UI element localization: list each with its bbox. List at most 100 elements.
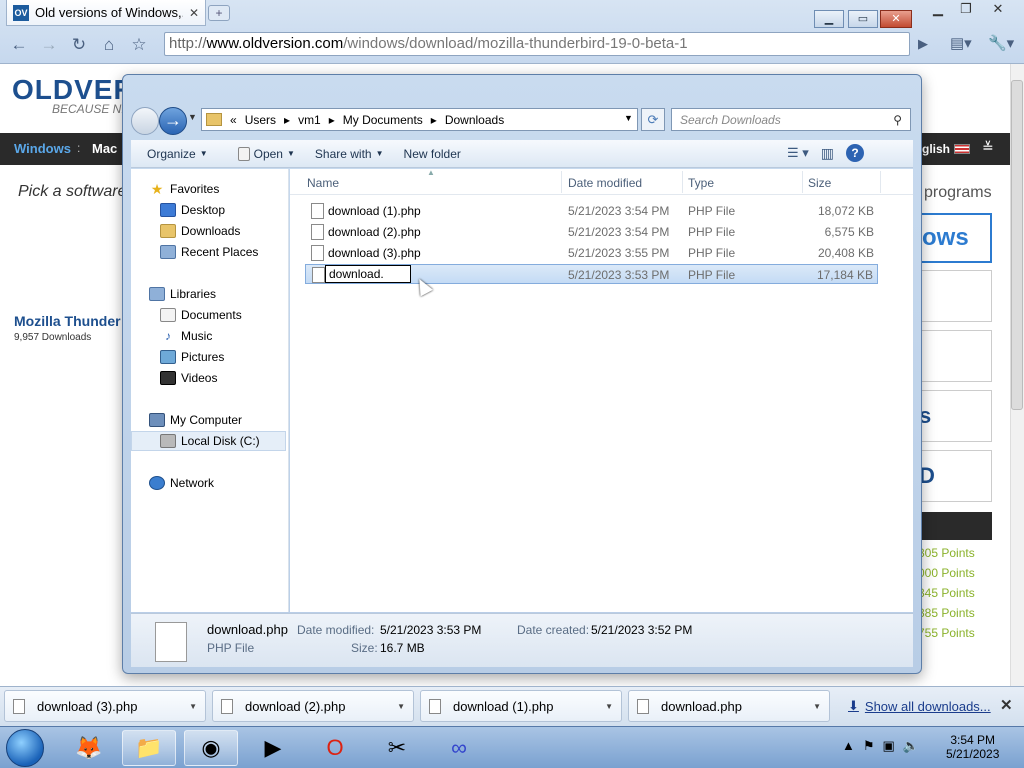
go-arrow-icon[interactable]: ▶ [918,36,928,52]
file-row[interactable]: download (1).php 5/21/2023 3:54 PM PHP F… [305,201,878,221]
opera-icon[interactable]: O [308,730,362,766]
address-dropdown-icon[interactable]: ▼ [624,113,633,123]
caret-down-icon[interactable]: ▼ [189,702,197,711]
search-icon[interactable]: ⚲ [893,113,902,127]
dialog-minimize-button[interactable]: ▁ [814,10,844,28]
infinity-app-icon[interactable]: ∞ [432,730,486,766]
wrench-menu-icon[interactable]: 🔧▾ [988,34,1014,52]
show-hidden-icons-icon[interactable]: ▲ [842,738,855,754]
action-center-icon[interactable]: ⚑ [863,738,875,754]
browser-close-button[interactable]: ✕ [984,0,1012,18]
help-icon[interactable]: ? [846,144,865,162]
caret-down-icon[interactable]: ▼ [397,702,405,711]
nav-item-my-computer[interactable]: My Computer [149,413,242,427]
breadcrumb-vm1[interactable]: vm1 [298,113,321,127]
explorer-icon[interactable]: 📁 [122,730,176,766]
caret-down-icon[interactable]: ▼ [605,702,613,711]
rename-input[interactable]: download. [325,265,411,283]
browser-restore-button[interactable]: ❐ [952,0,980,18]
firefox-icon[interactable]: 🦊 [62,730,116,766]
sidebar-box[interactable]: D [918,450,992,502]
organize-button[interactable]: Organize ▼ [137,147,218,161]
column-header-name[interactable]: Name [307,176,339,190]
nav-item-local-disk[interactable]: Local Disk (C:) [160,434,260,448]
home-icon[interactable]: ⌂ [96,32,122,58]
nav-item-downloads[interactable]: Downloads [160,224,240,238]
chrome-icon[interactable]: ◉ [184,730,238,766]
nav-item-libraries[interactable]: Libraries [149,287,216,301]
nav-item-recent-places[interactable]: Recent Places [160,245,258,259]
file-row[interactable]: download (3).php 5/21/2023 3:55 PM PHP F… [305,243,878,263]
column-divider[interactable] [561,171,562,193]
column-header-date-modified[interactable]: Date modified [568,176,642,190]
system-clock[interactable]: 3:54 PM 5/21/2023 [946,733,999,761]
show-all-downloads-link[interactable]: ⬇ Show all downloads... [848,698,991,714]
share-with-button[interactable]: Share with ▼ [305,147,394,161]
file-row[interactable]: download (2).php 5/21/2023 3:54 PM PHP F… [305,222,878,242]
browser-minimize-button[interactable]: ▁ [924,0,952,18]
download-item[interactable]: download (3).php ▼ [4,690,206,722]
nav-item-pictures[interactable]: Pictures [160,350,224,364]
column-header-size[interactable]: Size [808,176,831,190]
nav-item-favorites[interactable]: ★ Favorites [149,182,220,196]
breadcrumb-arrow-icon[interactable]: ▸ [431,113,437,127]
reload-icon[interactable]: ↻ [66,32,92,58]
sidebar-box[interactable]: s [918,390,992,442]
volume-icon[interactable]: 🔈 [903,738,919,754]
dialog-close-button[interactable]: ✕ [880,10,912,28]
nav-item-videos[interactable]: Videos [160,371,217,385]
column-header-type[interactable]: Type [688,176,714,190]
forward-button[interactable]: → [159,107,187,135]
back-button[interactable] [131,107,159,135]
network-tray-icon[interactable]: ▣ [883,738,895,754]
back-arrow-icon[interactable]: ← [6,32,32,58]
forward-arrow-icon[interactable]: → [36,32,62,58]
caret-down-icon[interactable]: ▼ [813,702,821,711]
dialog-maximize-button[interactable]: ▭ [848,10,878,28]
sidebar-box[interactable] [918,330,992,382]
new-folder-button[interactable]: New folder [394,147,471,161]
site-nav-mac[interactable]: Mac [92,141,117,156]
browser-tab[interactable]: OV Old versions of Windows,... ✕ [6,0,206,26]
refresh-icon[interactable]: ⟳ [641,108,665,131]
download-item[interactable]: download.php ▼ [628,690,830,722]
page-menu-icon[interactable]: ▤▾ [950,34,972,52]
nav-item-music[interactable]: ♪ Music [160,329,212,343]
windows-banner[interactable]: ows [918,213,992,263]
open-button[interactable]: Open ▼ [228,146,305,161]
view-options-icon[interactable]: ☰ ▾ [787,145,809,161]
column-divider[interactable] [802,171,803,193]
nav-item-documents[interactable]: Documents [160,308,242,322]
download-item[interactable]: download (2).php ▼ [212,690,414,722]
file-row-selected[interactable]: download. 5/21/2023 3:53 PM PHP File 17,… [305,264,878,284]
bookmark-star-icon[interactable]: ☆ [126,32,152,58]
download-item[interactable]: download (1).php ▼ [420,690,622,722]
close-shelf-icon[interactable]: ✕ [1000,696,1013,714]
program-title-link[interactable]: Mozilla Thunder [14,313,121,329]
site-language-selector[interactable]: glish [922,142,950,156]
sidebar-box[interactable] [918,270,992,322]
address-bar[interactable]: http://www.oldversion.com/windows/downlo… [164,32,910,56]
breadcrumb-my-documents[interactable]: My Documents [343,113,423,127]
breadcrumb-arrow-icon[interactable]: ▸ [284,113,290,127]
media-player-icon[interactable]: ▶ [246,730,300,766]
nav-item-network[interactable]: Network [149,476,214,490]
preview-pane-icon[interactable]: ▥ [821,145,834,162]
page-scrollbar-thumb[interactable] [1011,80,1023,410]
start-button[interactable] [6,729,44,767]
chevron-down-icon[interactable]: ≚ [982,139,994,156]
recent-pages-dropdown-icon[interactable]: ▼ [188,112,197,122]
breadcrumb-downloads[interactable]: Downloads [445,113,504,127]
breadcrumb-overflow[interactable]: « [230,113,237,127]
new-tab-button[interactable]: + [208,5,230,21]
paint-icon[interactable]: ✂ [370,730,424,766]
tab-close-icon[interactable]: ✕ [189,6,199,20]
site-nav-windows[interactable]: Windows [14,141,71,156]
breadcrumb-users[interactable]: Users [245,113,276,127]
search-input[interactable]: Search Downloads ⚲ [671,108,911,131]
column-divider[interactable] [682,171,683,193]
nav-item-desktop[interactable]: Desktop [160,203,225,217]
column-divider[interactable] [880,171,881,193]
explorer-address-bar[interactable]: « Users ▸ vm1 ▸ My Documents ▸ Downloads [201,108,638,131]
breadcrumb-arrow-icon[interactable]: ▸ [329,113,335,127]
